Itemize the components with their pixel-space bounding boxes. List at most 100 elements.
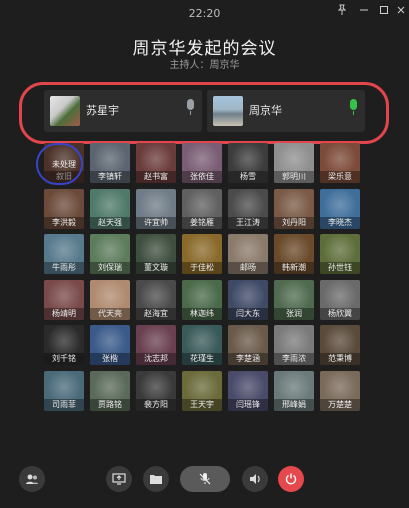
participants-icon (26, 474, 38, 484)
participant-tile[interactable]: 刘保瑞 (90, 234, 130, 274)
participant-tile[interactable]: 张楷 (90, 325, 130, 365)
participant-name: 花瑾生 (182, 353, 222, 365)
participant-name: 刘保瑞 (90, 262, 130, 274)
host-name: 周京华 (209, 60, 240, 71)
participant-tile[interactable]: 韩新潮 (274, 234, 314, 274)
participant-name: 董文璇 (136, 262, 176, 274)
participant-name: 韩新潮 (274, 262, 314, 274)
participant-name: 李镇轩 (90, 171, 130, 183)
participant-tile[interactable]: 于佳松 (182, 234, 222, 274)
participant-tile[interactable]: 裴方阳 (136, 370, 176, 411)
participant-name: 李晓杰 (320, 216, 360, 229)
participant-name: 贾路铭 (90, 398, 130, 411)
participant-name: 姜铭雁 (182, 216, 222, 229)
volume-icon (250, 474, 260, 484)
mic-off-icon (199, 473, 211, 485)
participant-name: 李洪毅 (44, 216, 84, 229)
participant-tile[interactable]: 赵海宜 (136, 279, 176, 320)
participant-tile[interactable]: 花瑾生 (182, 325, 222, 365)
participant-tile[interactable]: 张依佳 (182, 143, 222, 183)
participant-tile[interactable]: 张润 (274, 279, 314, 320)
participant-name: 牛雨彤 (44, 262, 84, 274)
end-meeting-button[interactable] (278, 466, 304, 492)
participant-tile[interactable]: 赵书富 (136, 143, 176, 183)
participant-tile[interactable]: 李洪毅 (44, 188, 84, 229)
participant-tile[interactable]: 刘丹阳 (274, 188, 314, 229)
participant-tile[interactable]: 沈志邦 (136, 325, 176, 365)
host-line: 主持人：周京华 (0, 56, 409, 71)
maximize-icon[interactable] (376, 4, 392, 20)
participant-name: 闫瑶锋 (228, 398, 268, 411)
participant-tile[interactable]: 闫大东 (228, 279, 268, 320)
participant-tile[interactable]: 郭明川 (274, 143, 314, 183)
screen-share-button[interactable] (106, 466, 132, 492)
participant-tile[interactable]: 万楚楚 (320, 370, 360, 411)
participant-name: 李雨浓 (274, 353, 314, 365)
participant-tile[interactable]: 杨靖明 (44, 279, 84, 320)
participant-name: 赵书富 (136, 171, 176, 183)
participant-tile[interactable]: 林迦纬 (182, 279, 222, 320)
mic-toggle-button[interactable] (180, 466, 230, 492)
participant-name: 裴方阳 (136, 398, 176, 411)
participant-tile[interactable]: 赵天强 (90, 188, 130, 229)
participant-tile[interactable]: 杨欣翼 (320, 279, 360, 320)
folder-icon (150, 475, 162, 484)
participant-name: 王江涛 (228, 216, 268, 229)
window-titlebar: 22:20 (0, 0, 409, 28)
participant-name: 林迦纬 (182, 307, 222, 320)
participant-tile[interactable]: 梁乐意 (320, 143, 360, 183)
participant-name: 王天宇 (182, 398, 222, 411)
participant-tile[interactable]: 邮旸 (228, 234, 268, 274)
participant-tile[interactable]: 贾路铭 (90, 370, 130, 411)
speaker-volume-button[interactable] (242, 466, 268, 492)
participant-name: 杨雪 (228, 171, 268, 183)
participant-name: 邮旸 (228, 262, 268, 274)
participant-tile[interactable]: 邢峰娟 (274, 370, 314, 411)
minimize-icon[interactable] (356, 4, 372, 20)
participant-name: 刘丹阳 (274, 216, 314, 229)
participant-name: 孙世钰 (320, 262, 360, 274)
participant-name: 赵海宜 (136, 307, 176, 320)
participant-tile[interactable]: 牛雨彤 (44, 234, 84, 274)
participant-name: 张润 (274, 307, 314, 320)
participant-name: 刘千铭 (44, 353, 84, 365)
participant-name: 沈志邦 (136, 353, 176, 365)
participant-tile[interactable]: 杨雪 (228, 143, 268, 183)
pin-icon[interactable] (334, 4, 350, 20)
participant-name: 杨欣翼 (320, 307, 360, 320)
participant-name: 闫大东 (228, 307, 268, 320)
participant-name: 于佳松 (182, 262, 222, 274)
participant-tile[interactable]: 许宜帅 (136, 188, 176, 229)
participant-tile[interactable]: 王江涛 (228, 188, 268, 229)
participant-tile[interactable]: 闫瑶锋 (228, 370, 268, 411)
file-button[interactable] (143, 466, 169, 492)
participant-name: 李楚涵 (228, 353, 268, 365)
screen-share-icon (112, 473, 126, 485)
participant-tile[interactable]: 李镇轩 (90, 143, 130, 183)
participant-tile[interactable]: 李晓杰 (320, 188, 360, 229)
close-icon[interactable] (393, 4, 409, 20)
participant-tile[interactable]: 孙世钰 (320, 234, 360, 274)
participants-button[interactable] (19, 466, 45, 492)
participant-tile[interactable]: 姜铭雁 (182, 188, 222, 229)
participant-name: 张楷 (90, 353, 130, 365)
participant-tile[interactable]: 王天宇 (182, 370, 222, 411)
participant-tile[interactable]: 范秉博 (320, 325, 360, 365)
participant-name: 代天亮 (90, 307, 130, 320)
annotation-outline (19, 82, 389, 144)
participant-tile[interactable]: 李雨浓 (274, 325, 314, 365)
participant-tile[interactable]: 司雨菲 (44, 370, 84, 411)
participant-name: 赵天强 (90, 216, 130, 229)
participant-tile[interactable]: 刘千铭 (44, 325, 84, 365)
participant-name: 郭明川 (274, 171, 314, 183)
participant-name: 杨靖明 (44, 307, 84, 320)
power-icon (285, 473, 297, 485)
participant-name: 许宜帅 (136, 216, 176, 229)
annotation-circle (36, 143, 83, 185)
participant-name: 司雨菲 (44, 398, 84, 411)
participant-tile[interactable]: 董文璇 (136, 234, 176, 274)
host-label: 主持人： (169, 60, 210, 71)
participant-tile[interactable]: 李楚涵 (228, 325, 268, 365)
participant-name: 梁乐意 (320, 171, 360, 183)
participant-tile[interactable]: 代天亮 (90, 279, 130, 320)
